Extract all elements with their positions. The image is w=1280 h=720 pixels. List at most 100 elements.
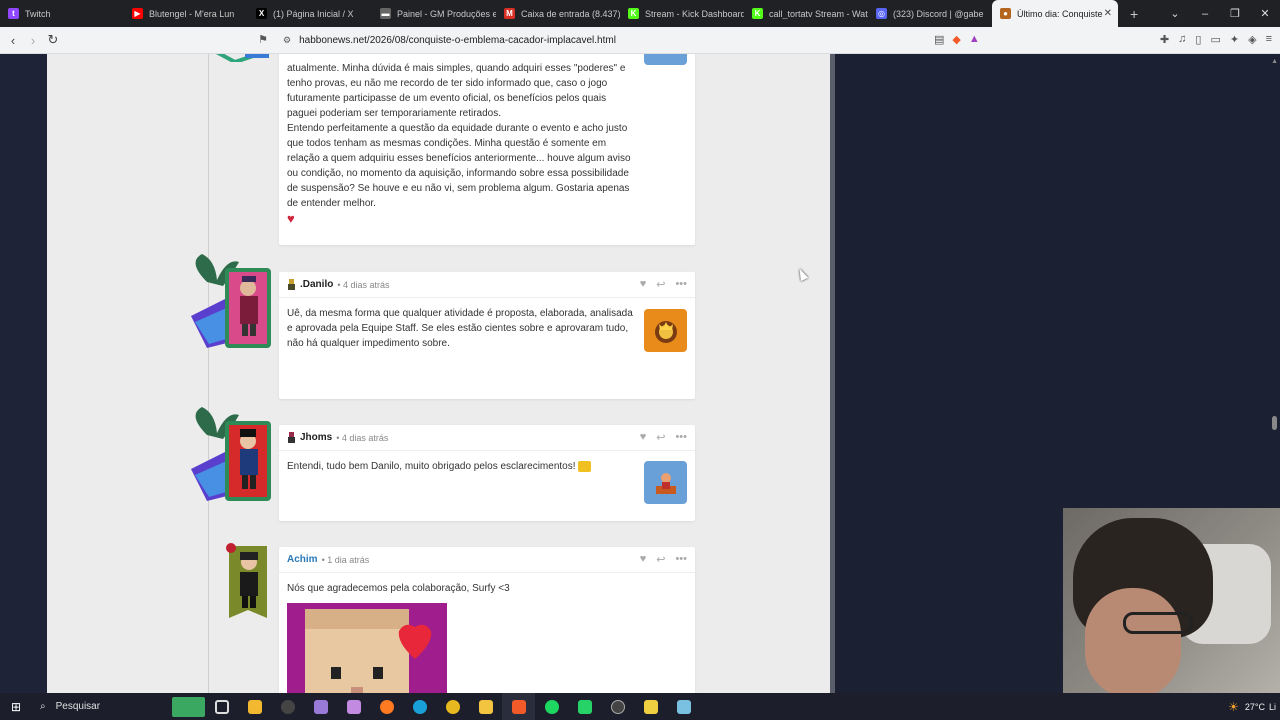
edge-icon[interactable] — [403, 693, 436, 720]
comment-text: Entendi, tudo bem Danilo, muito obrigado… — [287, 461, 576, 472]
tab-favicon-icon: ◎ — [876, 8, 887, 19]
tab-favicon-icon: K — [752, 8, 763, 19]
menu-icon[interactable]: ≡ — [1266, 33, 1272, 46]
user-rank-icon — [288, 279, 295, 290]
new-tab-icon[interactable]: + — [1130, 6, 1138, 22]
browser-tab[interactable]: M Caixa de entrada (8.437) — [496, 0, 620, 27]
vpn-icon[interactable]: ◈ — [1248, 33, 1256, 46]
like-icon[interactable]: ♥ — [640, 278, 647, 291]
close-window-icon[interactable]: ✕ — [1250, 7, 1280, 20]
comment-card-achim: Achim • 1 dia atrás ♥ ↩ ••• Nós que agra… — [279, 547, 695, 693]
sidebar-icon[interactable]: ▯ — [1195, 33, 1201, 46]
browser-tab[interactable]: ◎ (323) Discord | @gabe — [868, 0, 992, 27]
whatsapp-icon[interactable] — [568, 693, 601, 720]
rewards-icon[interactable]: ▲ — [969, 33, 980, 46]
close-tab-icon[interactable]: ✕ — [1104, 8, 1112, 19]
tab-title: Último dia: Conquiste — [1017, 8, 1103, 19]
tab-favicon-icon: M — [504, 8, 515, 19]
maximize-icon[interactable]: ❐ — [1220, 7, 1250, 20]
comment-time: • 4 dias atrás — [336, 432, 389, 443]
heart-emoji-icon: ♥ — [287, 211, 295, 226]
webcam-overlay — [1063, 508, 1280, 693]
tab-favicon-icon: K — [628, 8, 639, 19]
browser-tab[interactable]: K Stream - Kick Dashboard — [620, 0, 744, 27]
tab-title: (1) Página Inicial / X — [273, 8, 354, 19]
achim-avatar — [226, 543, 267, 618]
comment-image[interactable] — [287, 603, 447, 693]
address-bar-row: ‹ › ↻ ⚑ ⚙ habbonews.net/2026/08/conquist… — [0, 27, 1280, 54]
tab-title: Stream - Kick Dashboard — [645, 8, 744, 19]
brave-icon[interactable] — [502, 693, 535, 720]
app-icon[interactable] — [304, 693, 337, 720]
music-icon[interactable]: ♫ — [1178, 33, 1186, 46]
windows-taskbar: ⊞ ⌕ Pesquisar ☀ 27°C Li — [0, 693, 1280, 720]
tab-title: call_tortatv Stream - Wate — [769, 8, 868, 19]
scrollbar-thumb[interactable] — [1272, 416, 1277, 430]
app-icon[interactable] — [337, 693, 370, 720]
microsoft-store-icon[interactable] — [238, 693, 271, 720]
reload-icon[interactable]: ↻ — [43, 32, 63, 48]
taskbar-search[interactable]: ⌕ Pesquisar — [32, 693, 172, 720]
browser-tab[interactable]: t Twitch — [0, 0, 124, 27]
more-options-icon[interactable]: ••• — [675, 278, 687, 291]
browser-tab[interactable]: ▶ Blutengel - M'era Lun — [124, 0, 248, 27]
tab-title: Twitch — [25, 8, 51, 19]
brave-shield-icon[interactable]: ◆ — [952, 33, 960, 46]
comments-section: atualmente. Minha dúvida é mais simples,… — [47, 54, 830, 693]
comment-author[interactable]: Jhoms — [300, 432, 332, 443]
browser-tab[interactable]: ▬ Painel - GM Produções e — [372, 0, 496, 27]
comment-text: Uê, da mesma forma que qualquer atividad… — [287, 308, 633, 349]
tab-favicon-icon: X — [256, 8, 267, 19]
island-widget-icon[interactable] — [172, 693, 205, 720]
scroll-up-arrow-icon[interactable]: ▲ — [1271, 58, 1278, 65]
comment-time: • 4 dias atrás — [337, 279, 390, 290]
reply-icon[interactable]: ↩ — [656, 431, 665, 444]
like-icon[interactable]: ♥ — [640, 431, 647, 444]
comment-text: Nós que agradecemos pela colaboração, Su… — [287, 583, 510, 594]
badge-icon — [644, 461, 687, 504]
reply-icon[interactable]: ↩ — [656, 553, 665, 566]
browser-tab[interactable]: X (1) Página Inicial / X — [248, 0, 372, 27]
more-options-icon[interactable]: ••• — [675, 553, 687, 566]
chevron-down-icon[interactable]: ⌄ — [1160, 7, 1190, 20]
browser-tab-bar: t Twitch ▶ Blutengel - M'era Lun X (1) Página… — [0, 0, 1280, 27]
forward-icon[interactable]: › — [23, 33, 43, 48]
window-controls: ⌄ – ❐ ✕ — [1160, 0, 1280, 27]
temperature: 27°C — [1244, 701, 1265, 712]
spotify-icon[interactable] — [535, 693, 568, 720]
obs-icon[interactable] — [271, 693, 304, 720]
app-icon[interactable] — [667, 693, 700, 720]
back-icon[interactable]: ‹ — [3, 33, 23, 48]
leo-icon[interactable]: ✦ — [1230, 33, 1239, 46]
reader-mode-icon[interactable]: ▤ — [934, 33, 944, 46]
tab-title: Caixa de entrada (8.437) — [521, 8, 620, 19]
task-view-icon[interactable] — [205, 693, 238, 720]
user-rank-icon — [288, 432, 295, 443]
bookmark-icon[interactable]: ⚑ — [258, 33, 268, 46]
like-icon[interactable]: ♥ — [640, 553, 647, 566]
reply-icon[interactable]: ↩ — [656, 278, 665, 291]
thread-line — [208, 54, 209, 693]
more-options-icon[interactable]: ••• — [675, 431, 687, 444]
comment-text: atualmente. Minha dúvida é mais simples,… — [287, 63, 631, 209]
comment-author[interactable]: Achim — [287, 554, 318, 565]
windows-start-icon[interactable]: ⊞ — [0, 700, 32, 714]
tab-title: (323) Discord | @gabe — [893, 8, 984, 19]
firefox-icon[interactable] — [370, 693, 403, 720]
extensions-icon[interactable]: ✚ — [1160, 33, 1169, 46]
chrome-icon[interactable] — [436, 693, 469, 720]
tab-favicon-icon: t — [8, 8, 19, 19]
notes-icon[interactable] — [634, 693, 667, 720]
browser-tab[interactable]: Kcall_tortatv Stream - Wate — [744, 0, 868, 27]
figure-badge-icon — [655, 472, 676, 494]
app-icon[interactable] — [601, 693, 634, 720]
url-field[interactable]: ⚙ habbonews.net/2026/08/conquiste-o-embl… — [283, 31, 616, 50]
tab-favicon-icon: ▬ — [380, 8, 391, 19]
site-info-icon[interactable]: ⚙ — [283, 35, 291, 46]
file-explorer-icon[interactable] — [469, 693, 502, 720]
browser-tab[interactable]: ● Último dia: Conquiste ✕ — [992, 0, 1118, 27]
comment-card: atualmente. Minha dúvida é mais simples,… — [279, 54, 695, 245]
comment-author[interactable]: .Danilo — [300, 279, 333, 290]
wallet-icon[interactable]: ▭ — [1210, 33, 1220, 46]
minimize-icon[interactable]: – — [1190, 8, 1220, 20]
